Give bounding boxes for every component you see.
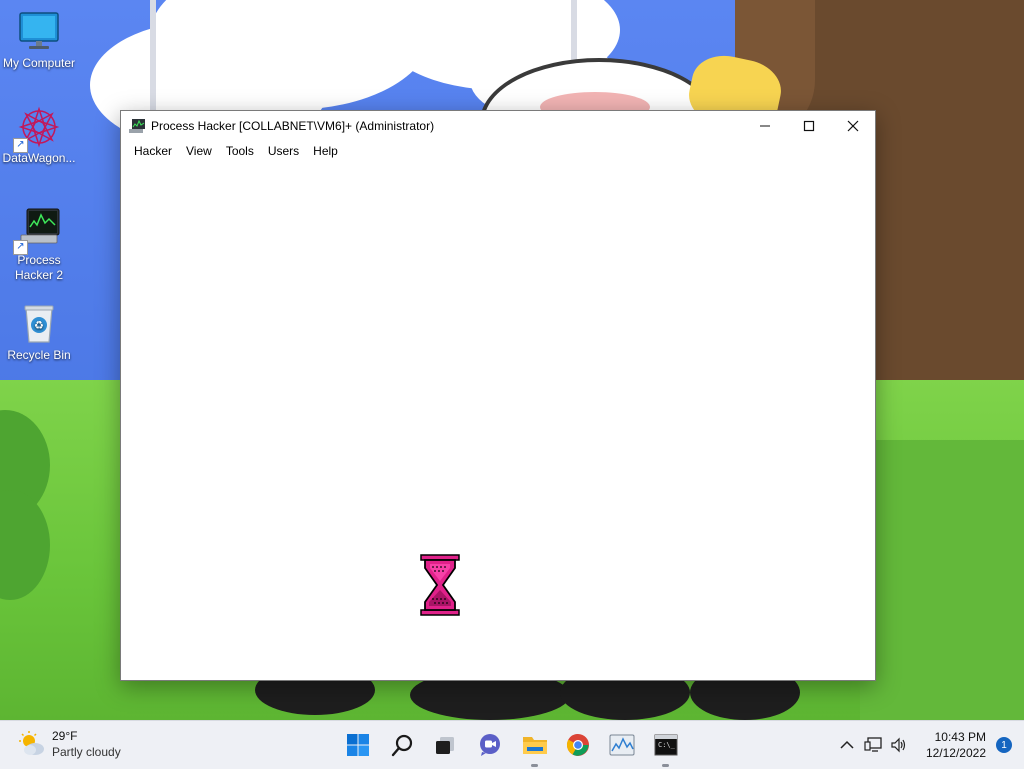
clock[interactable]: 10:43 PM 12/12/2022	[926, 729, 986, 761]
window-titlebar[interactable]: Process Hacker [COLLABNET\VM6]+ (Adminis…	[121, 111, 875, 141]
desktop-icon-recycle-bin[interactable]: ♻ Recycle Bin	[0, 302, 78, 363]
notification-badge[interactable]: 1	[996, 737, 1012, 753]
maximize-button[interactable]	[787, 111, 831, 141]
close-button[interactable]	[831, 111, 875, 141]
recycle-bin-icon: ♻	[17, 302, 61, 346]
minimize-button[interactable]	[743, 111, 787, 141]
wallpaper-pole	[571, 0, 577, 60]
menu-bar: Hacker View Tools Users Help	[121, 141, 875, 161]
desktop-icon-label: Recycle Bin	[7, 348, 71, 362]
folder-icon	[523, 737, 547, 754]
search-icon	[391, 734, 413, 757]
volume-button[interactable]	[889, 735, 909, 755]
windows-logo-icon	[347, 734, 369, 756]
weather-temperature: 29°F	[52, 729, 78, 743]
chevron-up-icon	[840, 740, 854, 749]
weather-widget[interactable]: 29°F Partly cloudy	[18, 728, 121, 760]
network-icon	[864, 737, 882, 752]
desktop-icon-my-computer[interactable]: My Computer	[0, 10, 78, 71]
wallpaper-pole	[150, 0, 156, 110]
terminal-icon: C:\_	[654, 734, 678, 756]
hourglass-busy-icon	[420, 554, 460, 616]
minimize-icon	[760, 125, 770, 127]
search-button[interactable]	[387, 729, 419, 761]
desktop: My Computer ↗ DataWagon... ↗ Process Hac…	[0, 0, 1024, 720]
monitor-icon	[17, 10, 61, 54]
show-hidden-icons-button[interactable]	[837, 735, 857, 755]
process-hacker-icon: ↗	[13, 207, 61, 255]
desktop-icon-label: My Computer	[2, 56, 76, 70]
speaker-icon	[891, 737, 906, 753]
window-client-area[interactable]	[121, 161, 875, 680]
start-button[interactable]	[342, 729, 374, 761]
window-title: Process Hacker [COLLABNET\VM6]+ (Adminis…	[151, 119, 435, 133]
running-indicator	[531, 764, 538, 767]
system-tray: 10:43 PM 12/12/2022 1	[834, 721, 1024, 769]
svg-text:♻: ♻	[34, 319, 44, 332]
chat-icon	[480, 734, 500, 756]
weather-condition: Partly cloudy	[52, 745, 121, 759]
close-icon	[847, 120, 859, 132]
desktop-icon-datawagon[interactable]: ↗ DataWagon...	[0, 105, 78, 166]
maximize-icon	[803, 120, 815, 132]
network-button[interactable]	[863, 735, 883, 755]
chrome-icon	[566, 733, 589, 756]
process-hacker-icon	[609, 734, 635, 756]
terminal-button[interactable]: C:\_	[650, 729, 682, 767]
chat-button[interactable]	[474, 729, 506, 761]
svg-text:C:\_: C:\_	[658, 741, 676, 749]
menu-view[interactable]: View	[179, 144, 219, 158]
desktop-icon-label: DataWagon...	[2, 151, 76, 165]
menu-help[interactable]: Help	[306, 144, 345, 158]
partly-cloudy-icon	[18, 730, 46, 758]
wallpaper-grass	[860, 440, 1024, 720]
datawagon-icon: ↗	[13, 105, 61, 153]
process-hacker-icon	[129, 119, 145, 133]
desktop-icon-label: Process Hacker 2	[14, 253, 64, 282]
shortcut-arrow-icon: ↗	[13, 240, 28, 255]
menu-hacker[interactable]: Hacker	[127, 144, 179, 158]
desktop-icon-process-hacker-2[interactable]: ↗ Process Hacker 2	[0, 207, 78, 283]
running-indicator	[662, 764, 669, 767]
clock-date: 12/12/2022	[925, 746, 986, 760]
clock-time: 10:43 PM	[934, 730, 986, 744]
task-view-icon	[436, 737, 454, 754]
file-explorer-button[interactable]	[519, 729, 551, 767]
process-hacker-window[interactable]: Process Hacker [COLLABNET\VM6]+ (Adminis…	[120, 110, 876, 681]
chrome-button[interactable]	[562, 729, 594, 761]
process-hacker-taskbar-button[interactable]	[606, 729, 638, 761]
menu-tools[interactable]: Tools	[219, 144, 261, 158]
task-view-button[interactable]	[429, 729, 461, 761]
menu-users[interactable]: Users	[261, 144, 306, 158]
taskbar: 29°F Partly cloudy C:\_ 10:43 PM 12/12/2…	[0, 720, 1024, 769]
shortcut-arrow-icon: ↗	[13, 138, 28, 153]
